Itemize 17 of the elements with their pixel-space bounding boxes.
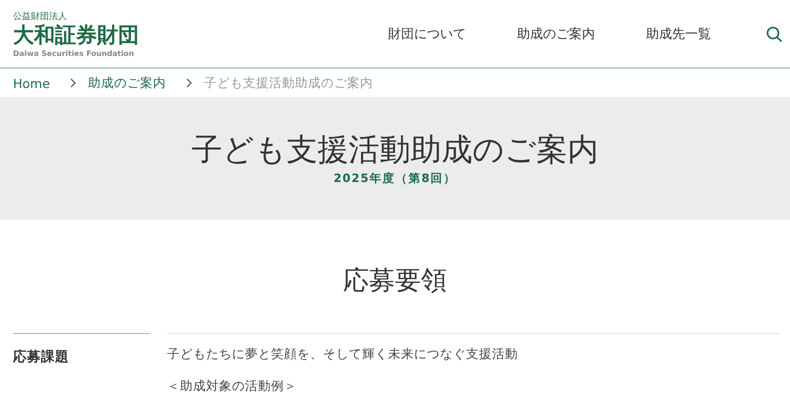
breadcrumb-link[interactable]: 助成のご案内 (88, 74, 166, 92)
row-label: 応募課題 (13, 349, 69, 365)
row-text: ＜助成対象の活動例＞ (167, 377, 298, 395)
nav-link[interactable]: 助成のご案内 (517, 24, 646, 42)
logo-kicker: 公益財団法人 (13, 12, 67, 23)
search-icon[interactable] (766, 26, 782, 42)
page-subtitle: 2025年度（第8回） (333, 170, 456, 186)
page-title: 子ども支援活動助成のご案内 (192, 131, 598, 170)
nav-link[interactable]: 助成先一覧 (646, 24, 711, 42)
section-heading: 応募要領 (342, 265, 448, 298)
nav-link[interactable]: 財団について (388, 24, 517, 42)
breadcrumb-current: 子ども支援活動助成のご案内 (204, 74, 373, 92)
chevron-icon (186, 78, 192, 88)
breadcrumb-link[interactable]: Home (13, 76, 50, 90)
chevron-icon (70, 78, 76, 88)
row-text: 子どもたちに夢と笑顔を、そして輝く未来につなぐ支援活動 (167, 345, 519, 363)
logo-name[interactable]: 大和証券財団 (13, 23, 139, 47)
